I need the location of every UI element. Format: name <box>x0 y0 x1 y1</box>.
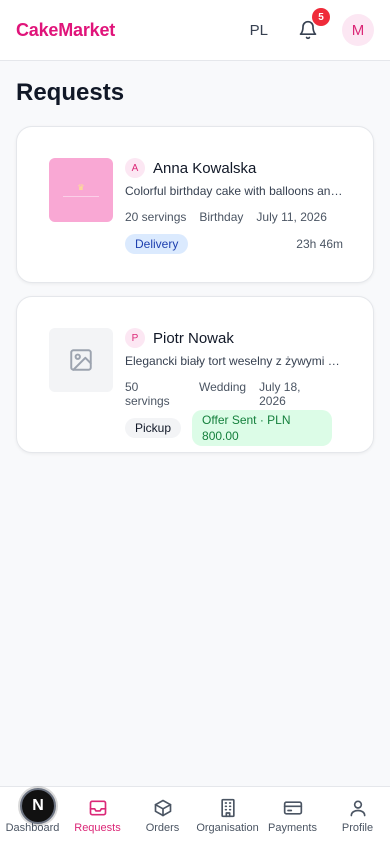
app-logo[interactable]: CakeMarket <box>16 20 115 41</box>
cake-icon: ♛ <box>77 182 85 192</box>
nav-label: Organisation <box>196 822 259 834</box>
servings: 50 servings <box>125 380 170 408</box>
event-date: July 18, 2026 <box>259 380 301 408</box>
nav-orders[interactable]: Orders <box>130 787 195 844</box>
occasion: Birthday <box>199 210 244 224</box>
dev-tools-badge[interactable]: N <box>20 788 56 824</box>
bottom-navigation: Dashboard N Requests Orders Organisation… <box>0 786 390 844</box>
notifications-button[interactable]: 5 <box>296 8 330 42</box>
notification-count-badge: 5 <box>312 8 330 26</box>
nav-label: Profile <box>341 822 374 834</box>
offer-status-badge: Offer Sent · PLN 800.00 <box>192 410 332 446</box>
event-date: July 11, 2026 <box>256 210 327 224</box>
nav-label: Orders <box>145 822 180 834</box>
request-description: Colorful birthday cake with balloons and… <box>125 184 343 198</box>
nav-organisation[interactable]: Organisation <box>195 787 260 844</box>
request-tags: Delivery 23h 46m <box>125 234 343 254</box>
cake-image: ♛ <box>49 158 113 222</box>
request-description: Elegancki biały tort weselny z żywymi kw… <box>125 354 343 368</box>
nav-payments[interactable]: Payments <box>260 787 325 844</box>
request-tags: Pickup Offer Sent · PLN 800.00 <box>125 410 343 446</box>
request-card[interactable]: ♛ A Anna Kowalska Colorful birthday cake… <box>16 126 374 283</box>
language-switcher[interactable]: PL <box>250 22 268 39</box>
request-meta: 50 servings Wedding July 18, 2026 <box>125 380 343 408</box>
card-icon <box>283 801 302 815</box>
nav-requests[interactable]: Requests <box>65 787 130 844</box>
image-placeholder <box>49 328 113 392</box>
nav-label: Requests <box>74 822 121 834</box>
building-icon <box>220 798 235 818</box>
fulfillment-badge: Delivery <box>125 234 189 254</box>
user-icon <box>350 800 365 817</box>
customer-name: Piotr Nowak <box>153 329 234 347</box>
customer-avatar: A <box>125 158 145 178</box>
app-header: CakeMarket PL 5 M <box>0 0 390 61</box>
nav-label: Payments <box>268 822 317 834</box>
page-title: Requests <box>16 79 125 106</box>
request-meta: 20 servings Birthday July 11, 2026 <box>125 210 343 224</box>
image-icon <box>70 349 92 371</box>
nav-profile[interactable]: Profile <box>325 787 390 844</box>
box-icon <box>154 799 171 817</box>
header-actions: PL 5 M <box>250 8 374 46</box>
customer-avatar: P <box>125 328 145 348</box>
customer-row: P Piotr Nowak <box>125 328 343 348</box>
servings: 20 servings <box>125 210 187 224</box>
inbox-icon <box>89 800 106 816</box>
occasion: Wedding <box>198 380 247 394</box>
time-remaining: 23h 46m <box>296 237 343 251</box>
image-caption-line <box>63 195 99 197</box>
user-avatar[interactable]: M <box>342 14 374 46</box>
fulfillment-badge: Pickup <box>125 418 182 438</box>
customer-row: A Anna Kowalska <box>125 158 343 178</box>
nav-label: Dashboard <box>5 822 60 834</box>
request-info: A Anna Kowalska Colorful birthday cake w… <box>125 158 343 254</box>
customer-name: Anna Kowalska <box>153 159 257 177</box>
request-info: P Piotr Nowak Elegancki biały tort wesel… <box>125 328 343 446</box>
nav-dashboard[interactable]: Dashboard N <box>0 787 65 844</box>
request-card[interactable]: P Piotr Nowak Elegancki biały tort wesel… <box>16 296 374 453</box>
